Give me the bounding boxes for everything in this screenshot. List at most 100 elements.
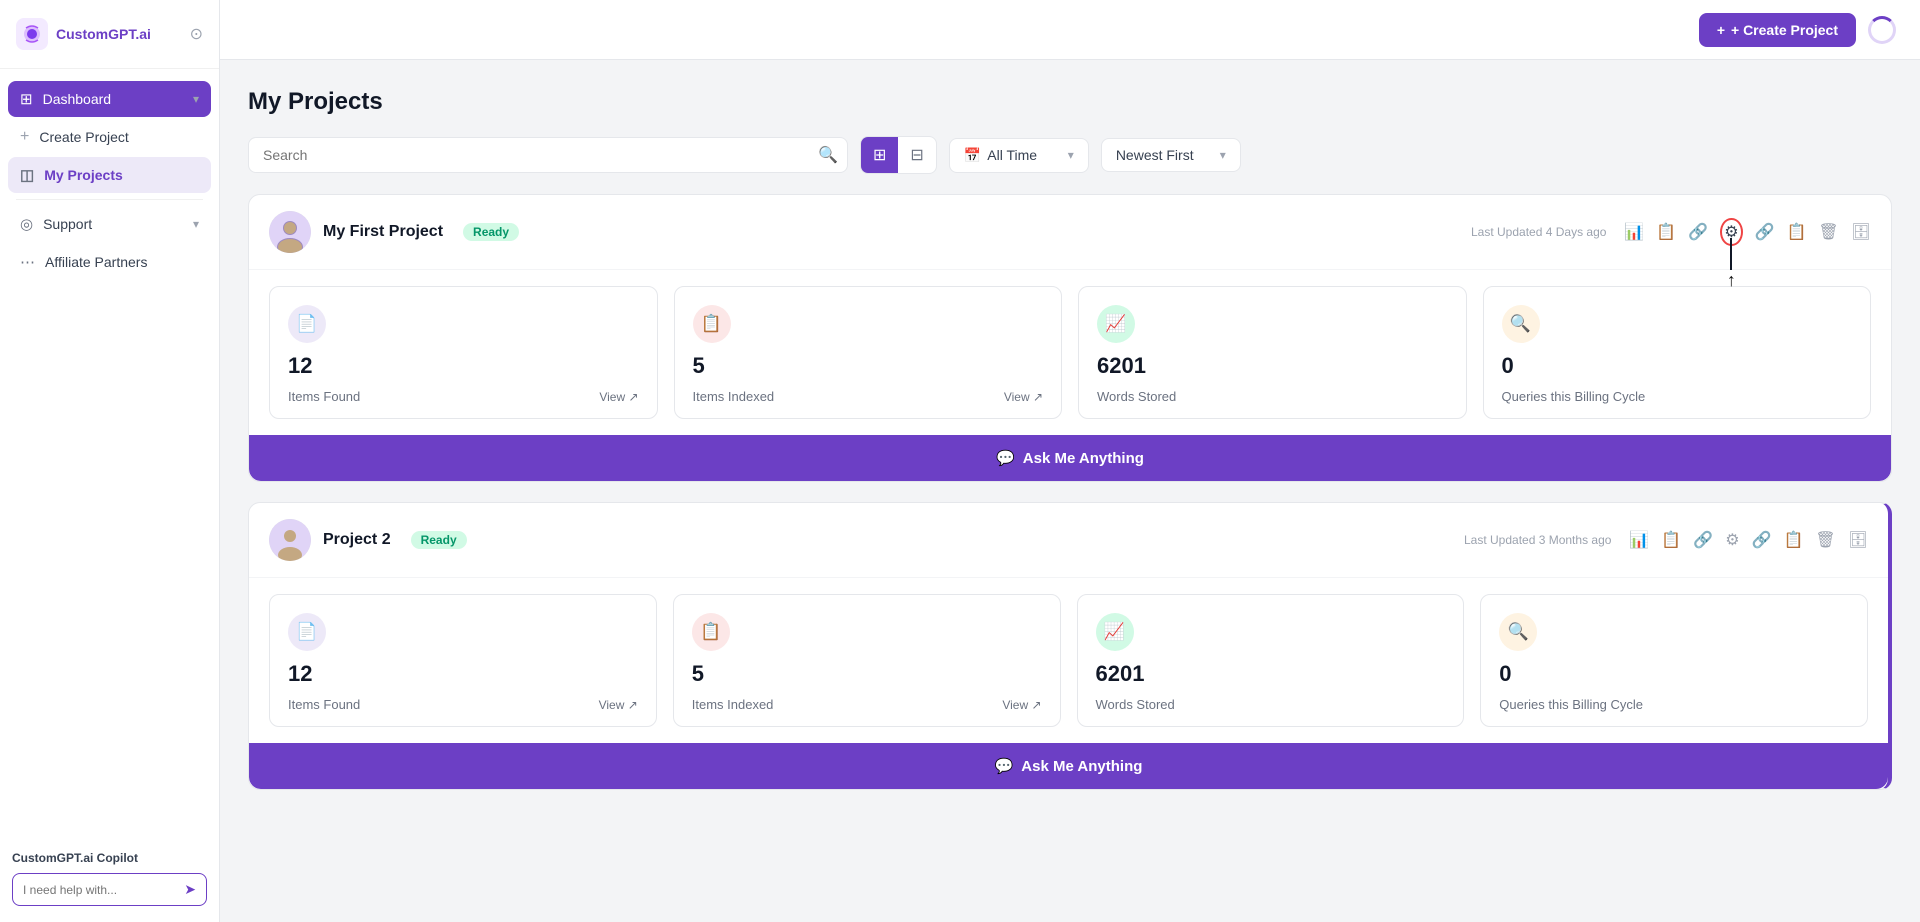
- queries-number-2: 0: [1499, 661, 1849, 687]
- support-label: Support: [43, 216, 92, 232]
- external-link-icon[interactable]: 🔗: [1755, 222, 1775, 242]
- time-filter[interactable]: 📅 All Time ▾: [949, 138, 1089, 173]
- items-found-view[interactable]: View ↗: [599, 390, 638, 404]
- copilot-input[interactable]: [23, 883, 178, 897]
- items-indexed-view-2[interactable]: View ↗: [1002, 698, 1041, 712]
- projects-icon: ◫: [20, 166, 34, 184]
- delete-icon-2[interactable]: 🗑: [1815, 530, 1835, 550]
- ask-me-anything-bar-1[interactable]: 💬 Ask Me Anything: [249, 435, 1891, 481]
- sidebar-nav: ⊞ Dashboard ▾ + Create Project ◫ My Proj…: [0, 69, 219, 292]
- items-indexed-label-2: Items Indexed: [692, 697, 774, 712]
- stat-items-indexed-2: 📋 5 Items Indexed View ↗: [673, 594, 1061, 727]
- project-2-status: Ready: [411, 531, 467, 549]
- logo-area: CustomGPT.ai ⊙: [0, 0, 219, 69]
- sidebar-item-support[interactable]: ◎ Support ▾: [8, 206, 211, 242]
- create-project-label: Create Project: [39, 129, 128, 145]
- stat-words-stored-2: 📈 6201 Words Stored: [1077, 594, 1465, 727]
- filters-row: 🔍 ⊞ ⊟ 📅 All Time ▾ Newest First ▾: [248, 136, 1892, 174]
- stat-items-indexed: 📋 5 Items Indexed View ↗: [674, 286, 1063, 419]
- affiliate-icon: ⋯: [20, 253, 35, 271]
- project-2-header: Project 2 Ready Last Updated 3 Months ag…: [249, 503, 1888, 578]
- chevron-down-icon-support: ▾: [193, 217, 199, 231]
- link-icon-2[interactable]: 🔗: [1693, 530, 1713, 550]
- grid-view-button[interactable]: ⊟: [898, 137, 935, 173]
- sidebar-item-affiliate[interactable]: ⋯ Affiliate Partners: [8, 244, 211, 280]
- delete-icon[interactable]: 🗑: [1818, 222, 1838, 242]
- project-1-actions: Last Updated 4 Days ago 📊 📋 🔗 ⚙ ↑ 🔗 📋 🗑 …: [1471, 218, 1871, 246]
- plus-icon-topbar: +: [1717, 22, 1725, 38]
- logo-icon: [16, 18, 48, 50]
- queries-icon-2: 🔍: [1499, 613, 1537, 651]
- brand-name: CustomGPT.ai: [56, 26, 151, 42]
- copilot-label: CustomGPT.ai Copilot: [12, 851, 207, 865]
- words-stored-label-2: Words Stored: [1096, 697, 1175, 712]
- send-icon[interactable]: ➤: [184, 881, 196, 898]
- items-found-icon-2: 📄: [288, 613, 326, 651]
- settings-icon-2[interactable]: ⚙: [1725, 530, 1739, 550]
- clock-icon[interactable]: ⊙: [190, 24, 203, 44]
- content-area: My Projects 🔍 ⊞ ⊟ 📅 All Time ▾ Newest Fi…: [220, 60, 1920, 830]
- queries-number: 0: [1502, 353, 1853, 379]
- queries-label-row-2: Queries this Billing Cycle: [1499, 697, 1849, 712]
- plus-icon: +: [20, 128, 29, 146]
- words-stored-number: 6201: [1097, 353, 1448, 379]
- copy-icon[interactable]: 📋: [1786, 222, 1806, 242]
- project-1-avatar: [269, 211, 311, 253]
- items-indexed-label-row-2: Items Indexed View ↗: [692, 697, 1042, 712]
- settings-icon-wrap: ⚙ ↑: [1720, 218, 1742, 246]
- words-stored-label-row: Words Stored: [1097, 389, 1448, 404]
- sidebar-divider: [16, 199, 203, 200]
- sidebar: CustomGPT.ai ⊙ ⊞ Dashboard ▾ + Create Pr…: [0, 0, 220, 922]
- project-1-stats: 📄 12 Items Found View ↗ 📋 5 Items Indexe…: [249, 270, 1891, 435]
- create-project-button[interactable]: + + Create Project: [1699, 13, 1856, 47]
- items-indexed-icon: 📋: [693, 305, 731, 343]
- words-stored-label: Words Stored: [1097, 389, 1176, 404]
- chevron-down-icon-time: ▾: [1068, 148, 1074, 162]
- time-filter-label: All Time: [987, 147, 1037, 163]
- ask-me-anything-bar-2[interactable]: 💬 Ask Me Anything: [249, 743, 1888, 789]
- chat-icon-1: 💬: [996, 449, 1015, 467]
- sort-filter[interactable]: Newest First ▾: [1101, 138, 1241, 172]
- documents-icon[interactable]: 📋: [1656, 222, 1676, 242]
- sidebar-item-create-project[interactable]: + Create Project: [8, 119, 211, 155]
- copy-icon-2[interactable]: 📋: [1783, 530, 1803, 550]
- sidebar-item-my-projects[interactable]: ◫ My Projects: [8, 157, 211, 193]
- loading-spinner: [1868, 16, 1896, 44]
- items-indexed-number-2: 5: [692, 661, 1042, 687]
- items-indexed-icon-2: 📋: [692, 613, 730, 651]
- ask-bar-label-2: Ask Me Anything: [1021, 758, 1142, 775]
- archive-icon-2[interactable]: 🗄: [1848, 530, 1868, 550]
- queries-label: Queries this Billing Cycle: [1502, 389, 1646, 404]
- sidebar-dashboard-label: Dashboard: [43, 91, 112, 107]
- stat-items-found-2: 📄 12 Items Found View ↗: [269, 594, 657, 727]
- search-wrap: 🔍: [248, 137, 848, 173]
- link-icon[interactable]: 🔗: [1688, 222, 1708, 242]
- stat-items-found: 📄 12 Items Found View ↗: [269, 286, 658, 419]
- items-indexed-view[interactable]: View ↗: [1004, 390, 1043, 404]
- documents-icon-2[interactable]: 📋: [1661, 530, 1681, 550]
- project-1-header: My First Project Ready Last Updated 4 Da…: [249, 195, 1891, 270]
- sidebar-item-dashboard[interactable]: ⊞ Dashboard ▾: [8, 81, 211, 117]
- search-button[interactable]: 🔍: [818, 145, 838, 165]
- page-title: My Projects: [248, 88, 1892, 116]
- items-found-view-2[interactable]: View ↗: [599, 698, 638, 712]
- archive-icon[interactable]: 🗄: [1851, 222, 1871, 242]
- project-2-actions: Last Updated 3 Months ago 📊 📋 🔗 ⚙ 🔗 📋 🗑 …: [1464, 530, 1868, 550]
- analytics-icon-2[interactable]: 📊: [1629, 530, 1649, 550]
- words-stored-number-2: 6201: [1096, 661, 1446, 687]
- analytics-icon[interactable]: 📊: [1624, 222, 1644, 242]
- project-card-1: My First Project Ready Last Updated 4 Da…: [248, 194, 1892, 482]
- list-view-button[interactable]: ⊞: [861, 137, 898, 173]
- external-link-icon-2[interactable]: 🔗: [1752, 530, 1772, 550]
- stat-queries: 🔍 0 Queries this Billing Cycle: [1483, 286, 1872, 419]
- words-stored-icon-2: 📈: [1096, 613, 1134, 651]
- project-2-name: Project 2: [323, 531, 391, 549]
- stat-queries-2: 🔍 0 Queries this Billing Cycle: [1480, 594, 1868, 727]
- words-stored-label-row-2: Words Stored: [1096, 697, 1446, 712]
- chevron-down-icon-sort: ▾: [1220, 148, 1226, 162]
- search-input[interactable]: [248, 137, 848, 173]
- items-found-number-2: 12: [288, 661, 638, 687]
- project-card-2: Project 2 Ready Last Updated 3 Months ag…: [248, 502, 1892, 790]
- items-found-label: Items Found: [288, 389, 360, 404]
- items-found-icon: 📄: [288, 305, 326, 343]
